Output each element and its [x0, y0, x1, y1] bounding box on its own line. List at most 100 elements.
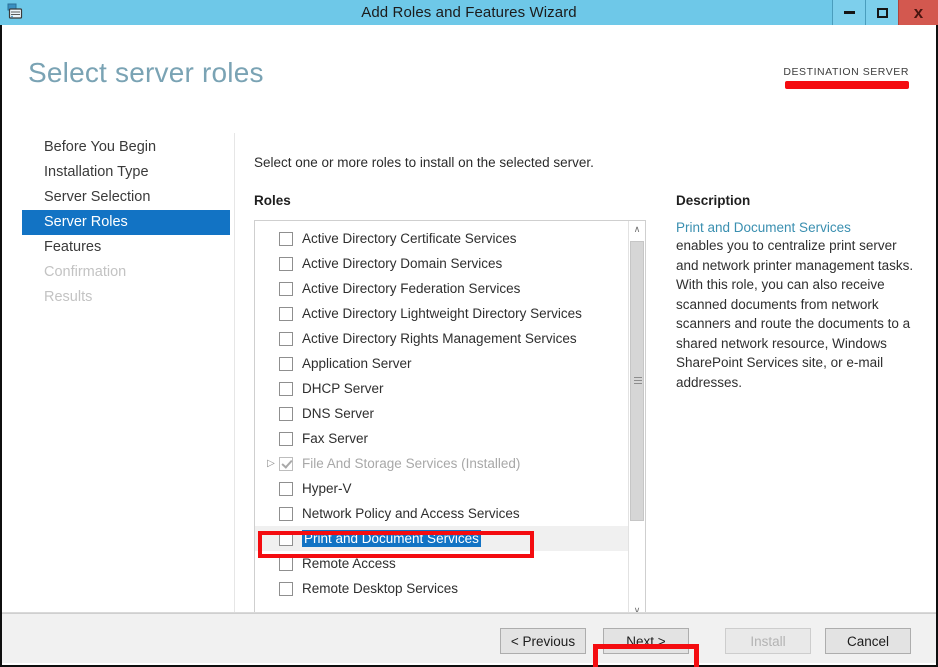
expander-spacer: ▷: [263, 359, 279, 369]
role-row[interactable]: ▷ Remote Desktop Services: [255, 576, 630, 601]
role-label: File And Storage Services (Installed): [302, 456, 520, 471]
role-label: Application Server: [302, 356, 412, 371]
close-button[interactable]: x: [898, 0, 938, 25]
sidebar-item-server-roles[interactable]: Server Roles: [22, 210, 230, 235]
add-roles-features-wizard-window: Add Roles and Features Wizard x Select s…: [0, 0, 938, 667]
roles-list-label: Roles: [254, 193, 291, 208]
roles-scrollbar[interactable]: ∧ ∨: [628, 221, 645, 619]
close-icon: x: [914, 4, 923, 21]
destination-server-label: DESTINATION SERVER: [783, 66, 909, 78]
expander-spacer: ▷: [263, 334, 279, 344]
role-row[interactable]: ▷ Active Directory Certificate Services: [255, 226, 630, 251]
role-row[interactable]: ▷ File And Storage Services (Installed): [255, 451, 630, 476]
role-row[interactable]: ▷ Remote Access: [255, 551, 630, 576]
role-row[interactable]: ▷ Active Directory Domain Services: [255, 251, 630, 276]
role-label: Hyper-V: [302, 481, 352, 496]
sidebar-item-features[interactable]: Features: [22, 235, 230, 260]
scrollbar-grip-icon: [634, 377, 642, 385]
wizard-navigation: Before You Begin Installation Type Serve…: [22, 135, 230, 310]
destination-server-redaction-bar: [785, 81, 909, 89]
sidebar-item-server-selection[interactable]: Server Selection: [22, 185, 230, 210]
role-checkbox[interactable]: [279, 232, 293, 246]
expander-spacer: ▷: [263, 309, 279, 319]
expander-spacer: ▷: [263, 534, 279, 544]
role-label: Active Directory Federation Services: [302, 281, 520, 296]
expander-spacer: ▷: [263, 484, 279, 494]
role-checkbox[interactable]: [279, 382, 293, 396]
cancel-button[interactable]: Cancel: [825, 628, 911, 654]
role-row[interactable]: ▷ Active Directory Rights Management Serv…: [255, 326, 630, 351]
maximize-icon: [877, 8, 888, 18]
role-checkbox[interactable]: [279, 457, 293, 471]
role-checkbox[interactable]: [279, 307, 293, 321]
role-row[interactable]: ▷ Active Directory Lightweight Directory …: [255, 301, 630, 326]
scroll-up-icon[interactable]: ∧: [629, 221, 645, 238]
previous-button[interactable]: < Previous: [500, 628, 586, 654]
sidebar-item-before-you-begin[interactable]: Before You Begin: [22, 135, 230, 160]
window-body: Select server roles DESTINATION SERVER B…: [0, 25, 938, 667]
expander-spacer: ▷: [263, 284, 279, 294]
scrollbar-thumb[interactable]: [630, 241, 644, 521]
role-checkbox[interactable]: [279, 282, 293, 296]
role-label: Remote Desktop Services: [302, 581, 458, 596]
description-role-link[interactable]: Print and Document Services: [676, 220, 918, 235]
expand-arrow-icon[interactable]: ▷: [263, 459, 279, 469]
role-row[interactable]: ▷ DNS Server: [255, 401, 630, 426]
role-label: Network Policy and Access Services: [302, 506, 520, 521]
install-button: Install: [725, 628, 811, 654]
role-checkbox[interactable]: [279, 432, 293, 446]
footer-bar: < Previous Next > Install Cancel: [2, 613, 936, 663]
expander-spacer: ▷: [263, 559, 279, 569]
role-row[interactable]: ▷ DHCP Server: [255, 376, 630, 401]
description-panel: Print and Document Services enables you …: [676, 220, 918, 392]
sidebar-item-installation-type[interactable]: Installation Type: [22, 160, 230, 185]
role-label: Active Directory Rights Management Servi…: [302, 331, 577, 346]
role-label: Remote Access: [302, 556, 396, 571]
role-label: Active Directory Lightweight Directory S…: [302, 306, 582, 321]
sidebar-divider: [234, 133, 235, 621]
role-checkbox[interactable]: [279, 332, 293, 346]
window-title: Add Roles and Features Wizard: [0, 0, 938, 25]
role-checkbox[interactable]: [279, 557, 293, 571]
description-label: Description: [676, 193, 750, 208]
sidebar-item-confirmation: Confirmation: [22, 260, 230, 285]
role-checkbox[interactable]: [279, 482, 293, 496]
role-checkbox[interactable]: [279, 507, 293, 521]
maximize-button[interactable]: [865, 0, 898, 25]
role-label: Fax Server: [302, 431, 368, 446]
title-bar: Add Roles and Features Wizard x: [0, 0, 938, 25]
minimize-button[interactable]: [832, 0, 865, 25]
expander-spacer: ▷: [263, 409, 279, 419]
page-title: Select server roles: [28, 57, 264, 89]
role-row[interactable]: ▷ Fax Server: [255, 426, 630, 451]
expander-spacer: ▷: [263, 234, 279, 244]
role-row[interactable]: ▷ Hyper-V: [255, 476, 630, 501]
role-checkbox[interactable]: [279, 532, 293, 546]
description-body-text: enables you to centralize print server a…: [676, 238, 913, 390]
role-checkbox[interactable]: [279, 582, 293, 596]
minimize-icon: [844, 11, 855, 14]
role-label: DNS Server: [302, 406, 374, 421]
instruction-text: Select one or more roles to install on t…: [254, 155, 594, 170]
role-row[interactable]: ▷ Print and Document Services: [255, 526, 630, 551]
role-row[interactable]: ▷ Application Server: [255, 351, 630, 376]
role-label: Active Directory Certificate Services: [302, 231, 517, 246]
window-controls: x: [832, 0, 938, 25]
role-row[interactable]: ▷ Active Directory Federation Services: [255, 276, 630, 301]
sidebar-item-results: Results: [22, 285, 230, 310]
role-checkbox[interactable]: [279, 357, 293, 371]
roles-list: ▷ Active Directory Certificate Services ▷ A…: [255, 226, 630, 601]
role-checkbox[interactable]: [279, 257, 293, 271]
next-button[interactable]: Next >: [603, 628, 689, 654]
expander-spacer: ▷: [263, 259, 279, 269]
role-label: Print and Document Services: [302, 530, 481, 547]
expander-spacer: ▷: [263, 509, 279, 519]
expander-spacer: ▷: [263, 584, 279, 594]
role-label: DHCP Server: [302, 381, 384, 396]
role-row[interactable]: ▷ Network Policy and Access Services: [255, 501, 630, 526]
roles-listbox[interactable]: ▷ Active Directory Certificate Services ▷ A…: [254, 220, 646, 620]
role-label: Active Directory Domain Services: [302, 256, 502, 271]
role-checkbox[interactable]: [279, 407, 293, 421]
expander-spacer: ▷: [263, 384, 279, 394]
expander-spacer: ▷: [263, 434, 279, 444]
